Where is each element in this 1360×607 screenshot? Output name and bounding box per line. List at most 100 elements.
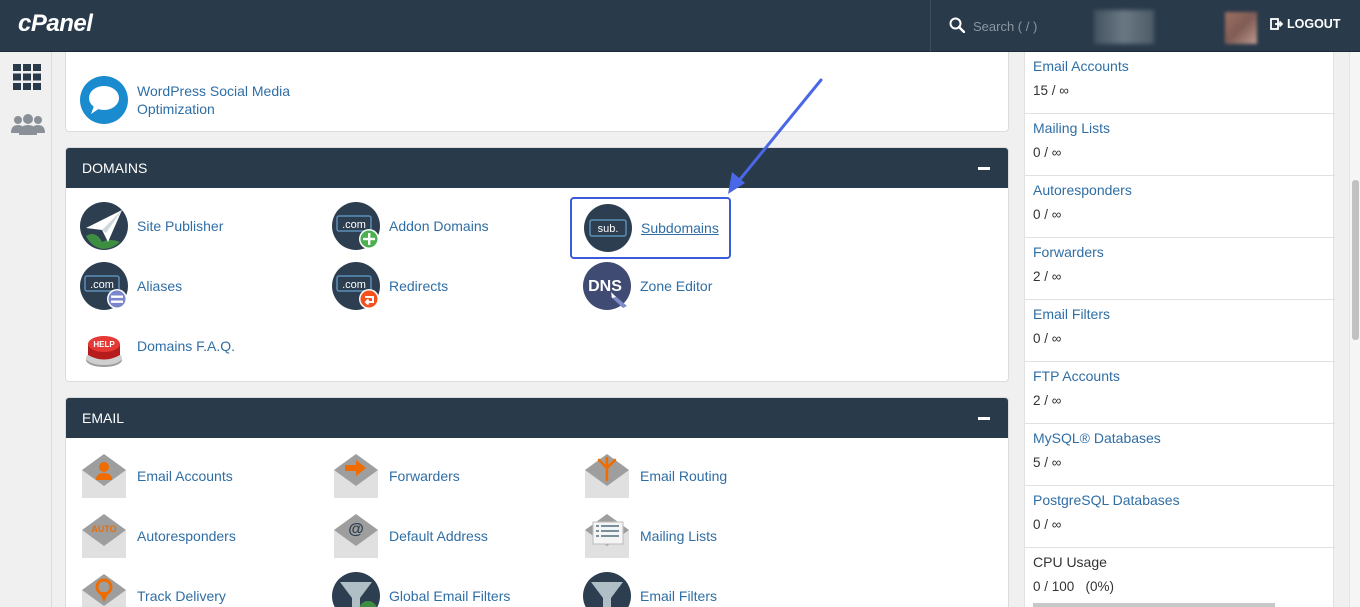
autoresponders-label: Autoresponders: [137, 528, 236, 544]
autoresponders-item[interactable]: AUTO Autoresponders: [80, 512, 236, 560]
users-button[interactable]: [10, 110, 46, 140]
email-routing-label: Email Routing: [640, 468, 728, 484]
filter-globe-icon: [332, 572, 380, 607]
stat-label[interactable]: Email Accounts: [1033, 58, 1129, 74]
stat-value: 5 / ∞: [1033, 455, 1062, 470]
sub-domain-icon: sub.: [584, 204, 632, 252]
stat-label: CPU Usage: [1033, 554, 1107, 570]
domains-collapse-button[interactable]: [978, 167, 990, 170]
search-input[interactable]: [973, 15, 1083, 37]
paper-plane-globe-icon: [80, 202, 128, 250]
subdomains-item[interactable]: sub. Subdomains: [570, 197, 731, 259]
domains-panel: DOMAINS Site Publisher .com Addon Domain…: [65, 147, 1009, 382]
envelope-pin-icon: [82, 574, 126, 607]
default-address-item[interactable]: @ Default Address: [332, 512, 488, 560]
search-icon: [949, 17, 965, 33]
email-routing-item[interactable]: Email Routing: [583, 452, 727, 500]
email-accounts-item[interactable]: Email Accounts: [80, 452, 233, 500]
aliases-label: Aliases: [137, 278, 183, 294]
wordpress-social-media-label: WordPress Social Media Optimization: [137, 82, 290, 118]
auto-text: AUTO: [91, 524, 116, 534]
help-text: HELP: [93, 340, 115, 349]
track-delivery-item[interactable]: Track Delivery: [80, 572, 226, 607]
redirects-label: Redirects: [389, 278, 449, 294]
stat-value: 15 / ∞: [1033, 83, 1069, 98]
domains-title: DOMAINS: [82, 160, 148, 176]
global-email-filters-item[interactable]: Global Email Filters: [332, 572, 510, 607]
envelope-at-icon: @: [334, 514, 378, 558]
stats-sidebar: Email Accounts 15 / ∞ Mailing Lists 0 / …: [1024, 52, 1335, 607]
domains-faq-item[interactable]: HELP Domains F.A.Q.: [80, 322, 235, 370]
users-icon: [11, 114, 45, 135]
domains-header[interactable]: DOMAINS: [66, 148, 1008, 188]
stat-value: 2 / ∞: [1033, 393, 1062, 408]
stat-label[interactable]: MySQL® Databases: [1033, 430, 1161, 446]
logout-label: LOGOUT: [1287, 17, 1341, 31]
stat-value: 0 / ∞: [1033, 517, 1062, 532]
stat-forwarders: Forwarders 2 / ∞: [1025, 238, 1335, 300]
left-rail: [0, 52, 52, 607]
cpu-usage-bar: [1033, 603, 1275, 607]
envelope-auto-icon: AUTO: [82, 514, 126, 558]
stat-label[interactable]: Email Filters: [1033, 306, 1110, 322]
site-publisher-item[interactable]: Site Publisher: [80, 202, 223, 250]
redirects-item[interactable]: .com Redirects: [332, 262, 448, 310]
stat-label[interactable]: PostgreSQL Databases: [1033, 492, 1180, 508]
email-accounts-label: Email Accounts: [137, 468, 233, 484]
email-panel: EMAIL Email Accounts Forwarders Email Ro…: [65, 397, 1009, 607]
email-collapse-button[interactable]: [978, 417, 990, 420]
stat-mailing-lists: Mailing Lists 0 / ∞: [1025, 114, 1335, 176]
stat-label[interactable]: FTP Accounts: [1033, 368, 1120, 384]
email-title: EMAIL: [82, 410, 125, 426]
dns-icon: DNS: [583, 262, 631, 310]
com-text: .com: [342, 279, 366, 291]
stat-value: 0 / ∞: [1033, 331, 1062, 346]
subdomains-label: Subdomains: [641, 220, 719, 236]
com-redirect-icon: .com: [332, 262, 380, 310]
cpanel-logo[interactable]: cPanel: [18, 10, 93, 38]
scroll-thumb[interactable]: [1352, 180, 1359, 340]
envelope-fork-icon: [585, 454, 629, 498]
stat-autoresponders: Autoresponders 0 / ∞: [1025, 176, 1335, 238]
mailing-lists-label: Mailing Lists: [640, 528, 718, 544]
stat-value: 0 / 100 (0%): [1033, 579, 1115, 594]
stat-label[interactable]: Mailing Lists: [1033, 120, 1110, 136]
zone-editor-item[interactable]: DNS Zone Editor: [583, 262, 712, 310]
page-scrollbar[interactable]: [1349, 52, 1360, 607]
com-text: .com: [90, 279, 114, 291]
stat-mysql-databases: MySQL® Databases 5 / ∞: [1025, 424, 1335, 486]
stat-label[interactable]: Forwarders: [1033, 244, 1104, 260]
stat-cpu-usage: CPU Usage 0 / 100 (0%): [1025, 548, 1335, 607]
avatar[interactable]: [1225, 12, 1257, 44]
tools-grid-button[interactable]: [12, 62, 42, 92]
email-filters-item[interactable]: Email Filters: [583, 572, 717, 607]
com-text: .com: [342, 219, 366, 231]
forwarders-item[interactable]: Forwarders: [332, 452, 460, 500]
filter-icon: [583, 572, 631, 607]
stat-ftp-accounts: FTP Accounts 2 / ∞: [1025, 362, 1335, 424]
envelope-list-icon: [585, 514, 629, 558]
addon-domains-label: Addon Domains: [389, 218, 489, 234]
default-address-label: Default Address: [389, 528, 488, 544]
stat-email-filters: Email Filters 0 / ∞: [1025, 300, 1335, 362]
aliases-item[interactable]: .com Aliases: [80, 262, 182, 310]
username-redacted[interactable]: [1094, 10, 1154, 44]
logout-button[interactable]: LOGOUT: [1270, 17, 1340, 31]
email-filters-label: Email Filters: [640, 588, 718, 604]
stat-value: 0 / ∞: [1033, 207, 1062, 222]
wordpress-social-media-item[interactable]: WordPress Social Media Optimization: [80, 76, 290, 124]
search-area: [930, 0, 1090, 52]
com-equals-icon: .com: [80, 262, 128, 310]
sub-text: sub.: [598, 223, 619, 235]
stat-email-accounts: Email Accounts 15 / ∞: [1025, 52, 1335, 114]
addon-domains-item[interactable]: .com Addon Domains: [332, 202, 489, 250]
envelope-arrow-icon: [334, 454, 378, 498]
envelope-person-icon: [82, 454, 126, 498]
email-header[interactable]: EMAIL: [66, 398, 1008, 438]
zone-editor-label: Zone Editor: [640, 278, 713, 294]
forwarders-label: Forwarders: [389, 468, 460, 484]
mailing-lists-item[interactable]: Mailing Lists: [583, 512, 717, 560]
top-bar: cPanel LOGOUT: [0, 0, 1360, 52]
speech-bubble-icon: [80, 76, 128, 124]
stat-label[interactable]: Autoresponders: [1033, 182, 1132, 198]
